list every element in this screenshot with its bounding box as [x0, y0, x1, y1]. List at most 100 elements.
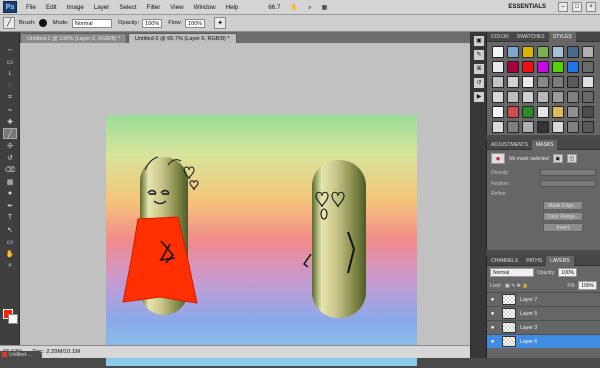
tab-layers[interactable]: LAYERS: [546, 255, 574, 266]
invert-button[interactable]: Invert: [543, 223, 583, 232]
arrange-icon[interactable]: ▦: [317, 0, 333, 15]
tab-styles[interactable]: STYLES: [548, 31, 576, 42]
flow-option[interactable]: Flow: 100%: [168, 18, 206, 28]
style-swatch[interactable]: [507, 121, 519, 133]
artwork-canvas[interactable]: [106, 115, 417, 366]
style-swatch[interactable]: [492, 91, 504, 103]
brush-option[interactable]: Brush:: [19, 19, 47, 27]
brush-tool-icon[interactable]: ╱: [3, 17, 15, 29]
style-swatch[interactable]: [552, 106, 564, 118]
dodge-tool-icon[interactable]: ●: [3, 188, 17, 199]
menu-image[interactable]: Image: [62, 0, 89, 15]
style-swatch[interactable]: [507, 46, 519, 58]
pen-tool-icon[interactable]: ✒: [3, 200, 17, 211]
gradient-tool-icon[interactable]: ▦: [3, 176, 17, 187]
color-range-button[interactable]: Color Range...: [543, 212, 583, 221]
opacity-option[interactable]: Opacity: 100%: [118, 18, 163, 28]
style-swatch[interactable]: [537, 106, 549, 118]
tab-masks[interactable]: MASKS: [531, 139, 558, 150]
density-slider[interactable]: [540, 169, 596, 176]
stamp-tool-icon[interactable]: ✣: [3, 140, 17, 151]
style-swatch[interactable]: [552, 121, 564, 133]
style-swatch[interactable]: [552, 61, 564, 73]
clone-source-icon[interactable]: ⌘: [474, 64, 484, 74]
layer-row[interactable]: ● Layer 3: [487, 320, 600, 334]
menu-file[interactable]: File: [21, 0, 41, 15]
type-tool-icon[interactable]: T: [3, 212, 17, 223]
fill-field[interactable]: 100%: [578, 281, 597, 290]
eyedropper-tool-icon[interactable]: ⌁: [3, 104, 17, 115]
eye-icon[interactable]: ●: [487, 339, 498, 345]
airbrush-icon[interactable]: ✦: [214, 17, 227, 29]
vector-mask-button[interactable]: ◫: [566, 154, 577, 163]
actions-icon[interactable]: ▶: [474, 92, 484, 102]
style-swatch[interactable]: [567, 61, 579, 73]
workspace-switcher[interactable]: ESSENTIALS: [508, 4, 546, 10]
eye-icon[interactable]: ●: [487, 325, 498, 331]
style-swatch[interactable]: [492, 76, 504, 88]
eraser-tool-icon[interactable]: ⌫: [3, 164, 17, 175]
style-swatch[interactable]: [537, 76, 549, 88]
tab-adjustments[interactable]: ADJUSTMENTS: [487, 140, 532, 150]
history-icon[interactable]: ↺: [474, 78, 484, 88]
style-swatch[interactable]: [567, 46, 579, 58]
zoom-readout[interactable]: 66.7: [263, 0, 285, 15]
path-select-tool-icon[interactable]: ↖: [3, 224, 17, 235]
style-swatch[interactable]: [582, 61, 594, 73]
tab-channels[interactable]: CHANNELS: [487, 256, 522, 266]
style-swatch[interactable]: [582, 106, 594, 118]
tab-swatches[interactable]: SWATCHES: [513, 32, 549, 42]
selected-layer-row[interactable]: ● Layer 6: [487, 334, 600, 348]
tab-paths[interactable]: PATHS: [522, 256, 546, 266]
quick-select-tool-icon[interactable]: ◌: [3, 80, 17, 91]
style-swatch[interactable]: [522, 76, 534, 88]
hand-tool-icon[interactable]: ✋: [285, 0, 303, 15]
blend-mode-select[interactable]: Normal: [490, 268, 534, 277]
canvas-area[interactable]: [20, 43, 470, 366]
style-swatch[interactable]: [582, 91, 594, 103]
style-swatch[interactable]: [507, 106, 519, 118]
move-tool-icon[interactable]: ↔: [3, 44, 17, 55]
style-swatch[interactable]: [522, 46, 534, 58]
mode-select[interactable]: Normal: [71, 18, 112, 28]
style-swatch[interactable]: [522, 121, 534, 133]
style-swatch[interactable]: [552, 46, 564, 58]
brush-tool-button[interactable]: ╱: [3, 128, 17, 139]
style-swatch[interactable]: [567, 121, 579, 133]
style-swatch[interactable]: [537, 61, 549, 73]
history-brush-tool-icon[interactable]: ↺: [3, 152, 17, 163]
style-swatch[interactable]: [582, 76, 594, 88]
style-swatch[interactable]: [537, 46, 549, 58]
style-swatch[interactable]: [567, 91, 579, 103]
style-swatch[interactable]: [582, 121, 594, 133]
menu-view[interactable]: View: [165, 0, 188, 15]
shape-tool-icon[interactable]: ▭: [3, 236, 17, 247]
mask-edge-button[interactable]: Mask Edge...: [543, 201, 583, 210]
document-tab-untitled-2[interactable]: Untitled-2 @ 66.7% (Layer 6, RGB/8) *: [128, 33, 237, 43]
taskbar-item[interactable]: Untitled-...: [0, 351, 42, 358]
style-swatch[interactable]: [567, 106, 579, 118]
layer-opacity-field[interactable]: 100%: [558, 268, 578, 277]
style-swatch[interactable]: [492, 121, 504, 133]
background-color-swatch[interactable]: [8, 314, 18, 324]
style-swatch[interactable]: [522, 61, 534, 73]
brush-preview-icon[interactable]: [38, 19, 47, 27]
style-swatch[interactable]: [522, 106, 534, 118]
style-swatch[interactable]: [522, 91, 534, 103]
eye-icon[interactable]: ●: [487, 311, 498, 317]
pixel-mask-button[interactable]: ▣: [552, 154, 563, 163]
crop-tool-icon[interactable]: ⌗: [3, 92, 17, 103]
style-swatch[interactable]: [507, 91, 519, 103]
eye-icon[interactable]: ●: [487, 297, 498, 303]
lasso-tool-icon[interactable]: ʟ: [3, 68, 17, 79]
style-swatch[interactable]: [537, 121, 549, 133]
layer-row[interactable]: ● Layer 5: [487, 306, 600, 320]
lock-icons[interactable]: ▣ ✎ ✚ 🔒: [505, 283, 529, 289]
brush-preset-icon[interactable]: ✎: [474, 50, 484, 60]
style-swatch[interactable]: [492, 106, 504, 118]
minimize-button[interactable]: –: [558, 2, 568, 12]
feather-slider[interactable]: [540, 180, 596, 187]
menu-layer[interactable]: Layer: [89, 0, 114, 15]
flow-field[interactable]: 100%: [185, 18, 206, 28]
zoom-tool-button[interactable]: ⌕: [3, 260, 17, 271]
